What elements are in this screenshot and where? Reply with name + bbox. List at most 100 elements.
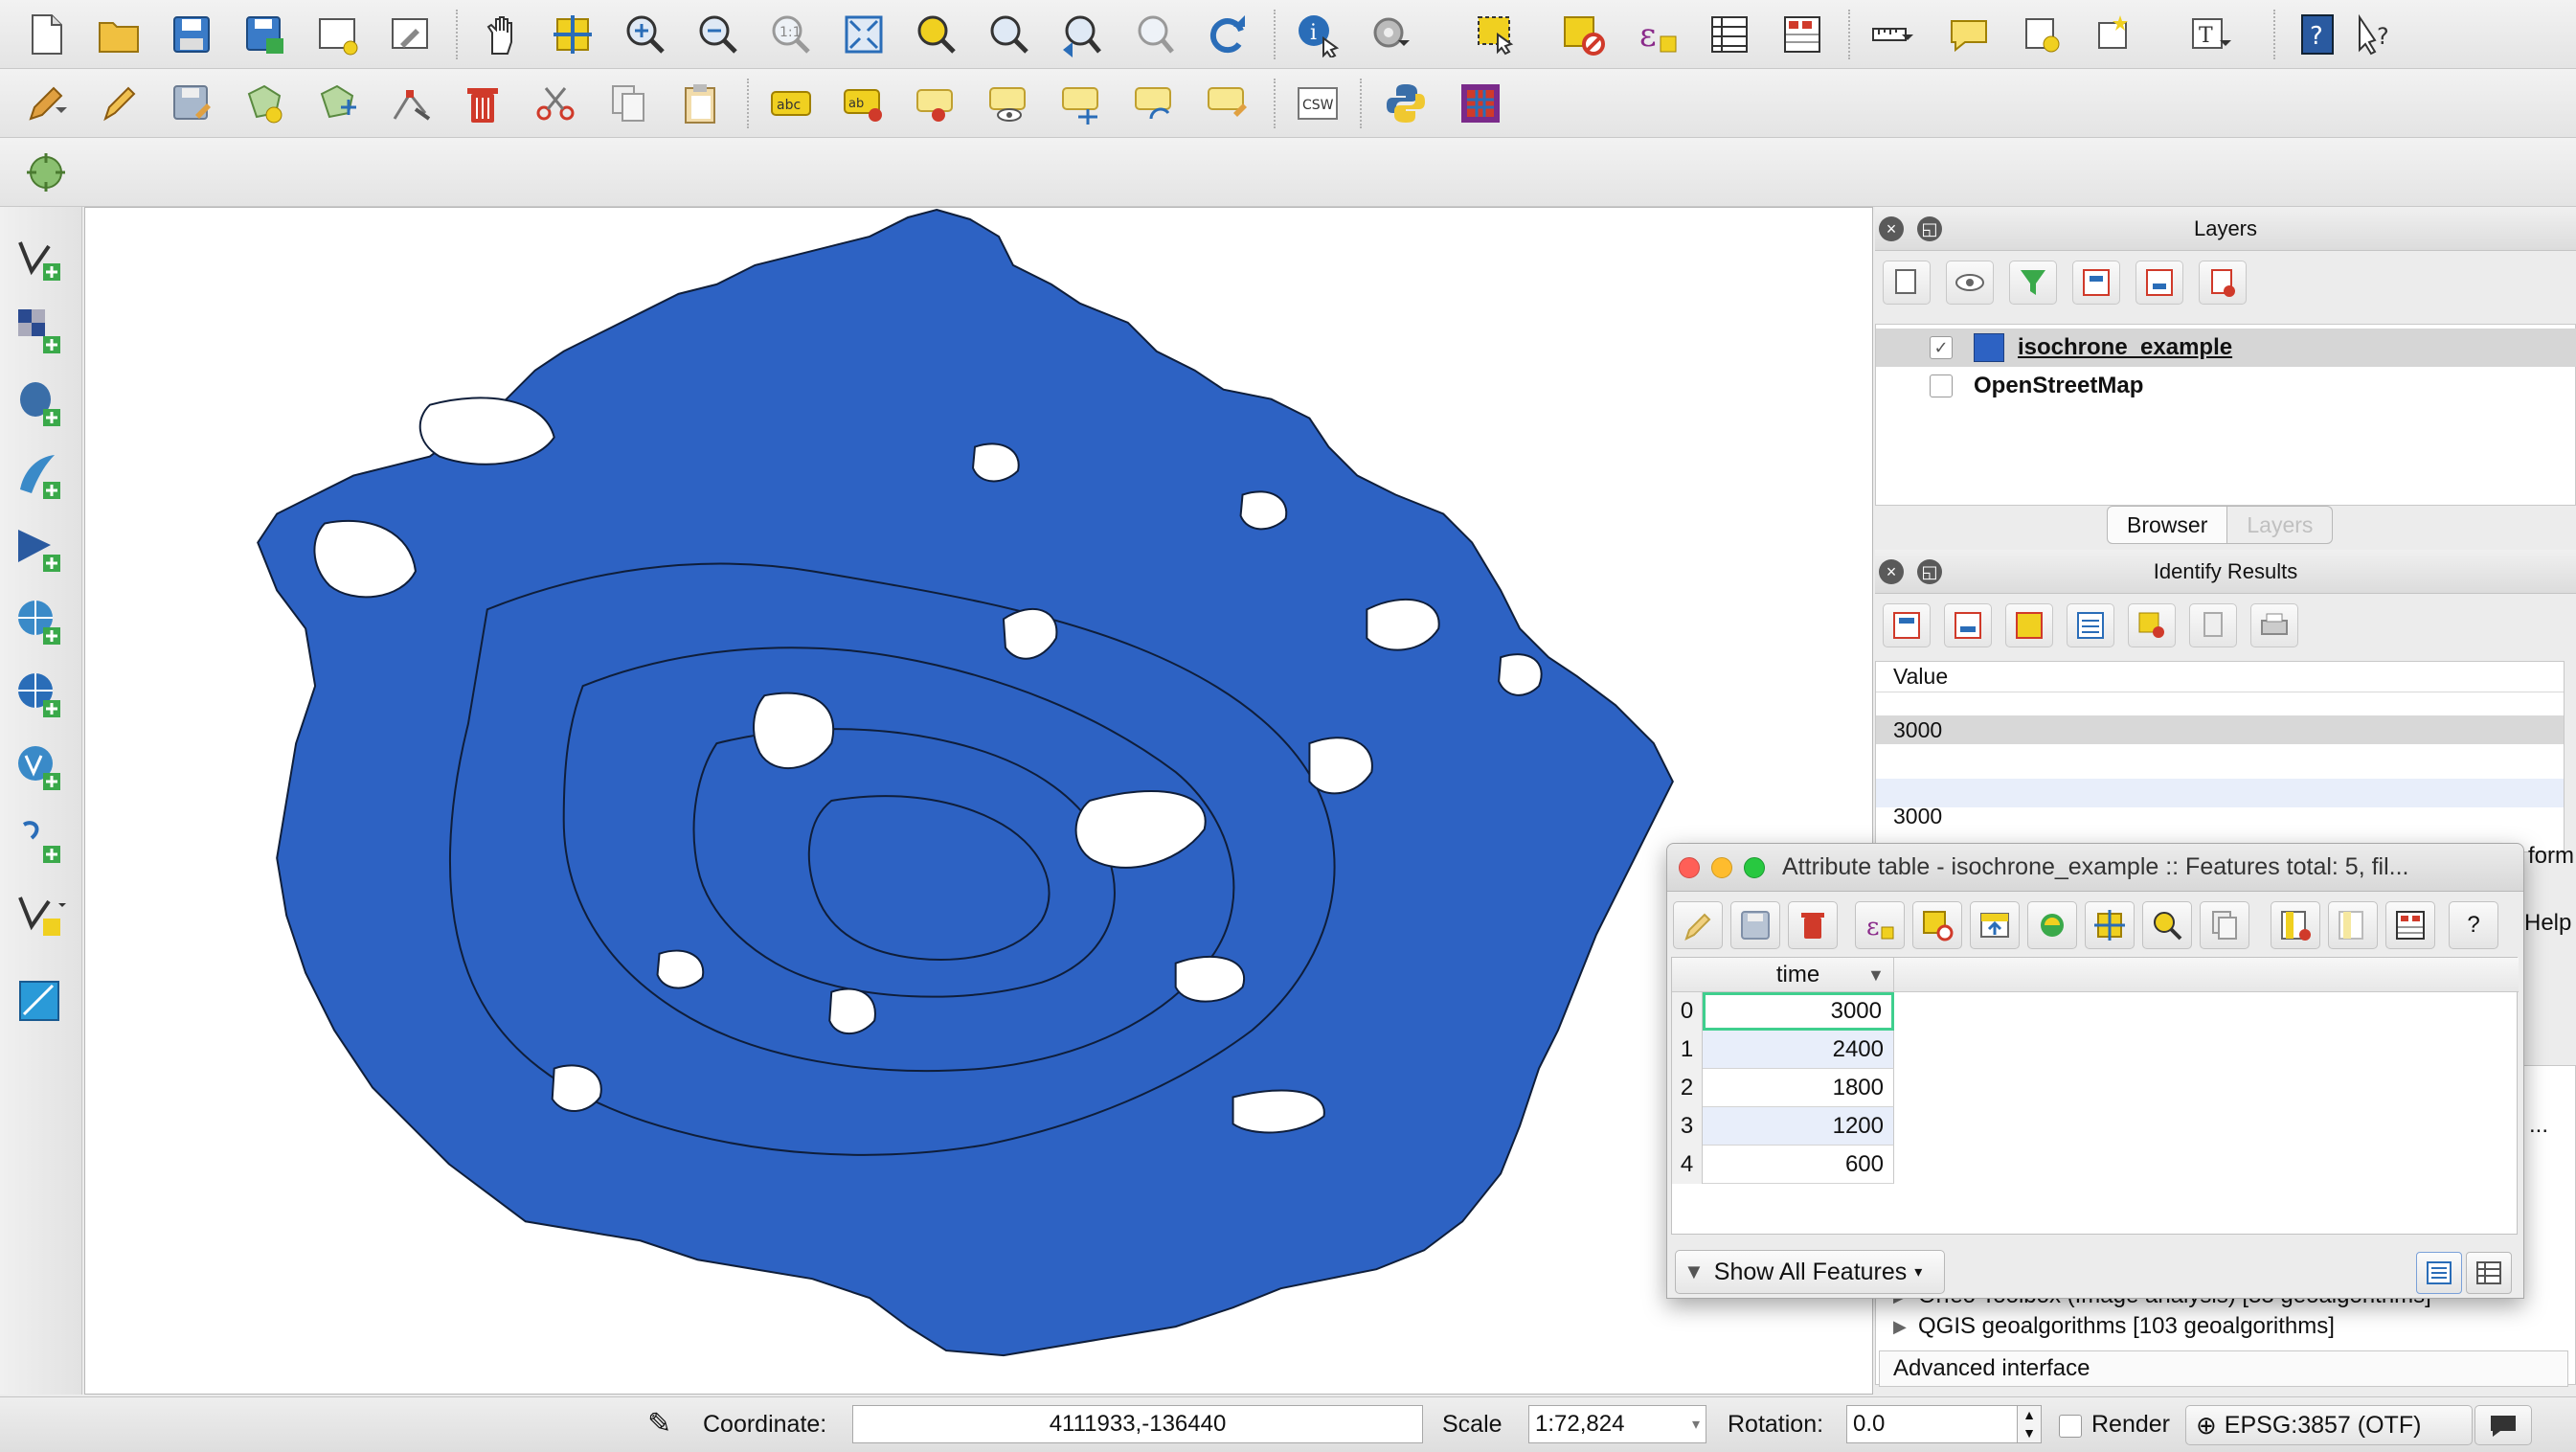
identify-form-view-icon[interactable] [2067, 603, 2114, 647]
layer-labeling-icon[interactable]: abc [764, 77, 818, 130]
add-feature-icon[interactable] [237, 77, 291, 130]
save-project-icon[interactable] [165, 8, 218, 61]
add-raster-layer-icon[interactable] [11, 303, 69, 360]
identify-expand-icon[interactable] [1883, 603, 1931, 647]
measure-icon[interactable] [1865, 8, 1919, 61]
pan-map-to-selection-icon[interactable] [2085, 901, 2135, 949]
add-group-icon[interactable] [1883, 261, 1931, 305]
identify-icon[interactable]: i [1291, 8, 1344, 61]
float-identify-panel-icon[interactable]: ◱ [1917, 559, 1942, 584]
refresh-icon[interactable] [1201, 8, 1254, 61]
row-number[interactable]: 3 [1672, 1107, 1703, 1146]
label-pin-icon[interactable]: ab [837, 77, 891, 130]
select-by-expression-icon[interactable]: ε [1855, 901, 1905, 949]
messages-button[interactable] [2474, 1405, 2532, 1445]
label-show-hide-icon[interactable] [983, 77, 1036, 130]
float-layers-panel-icon[interactable]: ◱ [1917, 216, 1942, 241]
python-console-icon[interactable] [1379, 77, 1433, 130]
collapse-all-icon[interactable] [2135, 261, 2183, 305]
identify-clear-results-icon[interactable] [2128, 603, 2176, 647]
text-annotation-icon[interactable]: T [2183, 8, 2237, 61]
new-project-icon[interactable] [19, 8, 73, 61]
zoom-to-layer-icon[interactable] [983, 8, 1036, 61]
identify-copy-icon[interactable] [2189, 603, 2237, 647]
delete-selected-features-icon[interactable] [1788, 901, 1838, 949]
column-header-time[interactable]: time [1703, 958, 1894, 992]
add-wms-layer-icon[interactable] [11, 594, 69, 651]
identify-expand-new-icon[interactable] [2005, 603, 2053, 647]
identify-print-icon[interactable] [2250, 603, 2298, 647]
new-column-icon[interactable] [2328, 901, 2378, 949]
current-edits-icon[interactable] [19, 77, 73, 130]
open-field-calculator-icon[interactable] [1775, 8, 1829, 61]
deselect-icon[interactable] [1557, 8, 1611, 61]
row-number[interactable]: 0 [1672, 992, 1703, 1031]
table-row[interactable]: 1 2400 [1672, 1031, 1894, 1069]
cut-features-icon[interactable] [529, 77, 582, 130]
zoom-full-icon[interactable] [837, 8, 891, 61]
move-selection-to-top-icon[interactable] [1970, 901, 2020, 949]
copy-selected-rows-icon[interactable] [2200, 901, 2249, 949]
zoom-out-icon[interactable] [691, 8, 745, 61]
manage-visibility-icon[interactable] [1946, 261, 1994, 305]
expand-all-icon[interactable] [2072, 261, 2120, 305]
pan-to-selection-icon[interactable] [546, 8, 599, 61]
save-edits-icon[interactable] [1730, 901, 1780, 949]
scale-combobox[interactable]: 1:72,824 ▾ [1528, 1405, 1706, 1443]
minimize-window-button[interactable] [1711, 856, 1732, 878]
map-canvas[interactable] [84, 207, 1873, 1395]
save-layer-edits-icon[interactable] [165, 77, 218, 130]
pan-icon[interactable] [473, 8, 527, 61]
label-highlight-icon[interactable] [910, 77, 963, 130]
zoom-in-icon[interactable] [619, 8, 672, 61]
move-feature-icon[interactable] [310, 77, 364, 130]
attribute-table-titlebar[interactable]: Attribute table - isochrone_example :: F… [1667, 844, 2523, 892]
action-icon[interactable] [1364, 8, 1417, 61]
label-change-icon[interactable] [1201, 77, 1254, 130]
close-identify-panel-icon[interactable]: × [1879, 559, 1904, 584]
zoom-last-icon[interactable] [1055, 8, 1109, 61]
identify-collapse-icon[interactable] [1944, 603, 1992, 647]
label-rotate-icon[interactable] [1128, 77, 1182, 130]
add-delimited-text-layer-icon[interactable] [11, 812, 69, 870]
node-tool-icon[interactable] [383, 77, 437, 130]
remove-layer-icon[interactable] [2199, 261, 2247, 305]
advanced-interface-dropdown[interactable]: Advanced interface [1879, 1350, 2568, 1387]
zoom-next-icon[interactable] [1128, 8, 1182, 61]
layer-visibility-checkbox[interactable] [1930, 374, 1953, 397]
table-row[interactable]: 0 3000 [1672, 992, 1894, 1031]
crs-status-button[interactable]: ⊕ EPSG:3857 (OTF) [2185, 1405, 2473, 1445]
map-tips-icon[interactable] [1942, 8, 1996, 61]
field-calculator-icon[interactable] [2385, 901, 2435, 949]
zoom-native-icon[interactable]: 1:1 [764, 8, 818, 61]
row-number[interactable]: 1 [1672, 1031, 1703, 1069]
add-spatialite-layer-icon[interactable] [11, 448, 69, 506]
cell-time[interactable]: 1800 [1703, 1069, 1894, 1107]
coordinate-toggle-icon[interactable]: ✎ [647, 1407, 671, 1441]
add-wcs-layer-icon[interactable] [11, 667, 69, 724]
show-all-features-dropdown[interactable]: ▼ Show All Features ▾ [1675, 1250, 1945, 1294]
select-features-icon[interactable] [1469, 8, 1523, 61]
show-bookmarks-icon[interactable] [2088, 8, 2141, 61]
identify-result-row[interactable]: 3000 [1876, 715, 2564, 744]
attribute-table-help-button[interactable]: ? [2449, 901, 2498, 949]
close-layers-panel-icon[interactable]: × [1879, 216, 1904, 241]
csw-icon[interactable]: CSW [1291, 77, 1344, 130]
add-vector-layer-icon[interactable] [11, 230, 69, 287]
delete-selected-icon[interactable] [456, 77, 509, 130]
row-number[interactable]: 2 [1672, 1069, 1703, 1107]
new-print-composer-icon[interactable] [310, 8, 364, 61]
cell-time[interactable]: 2400 [1703, 1031, 1894, 1069]
layer-item-openstreetmap[interactable]: OpenStreetMap [1876, 367, 2576, 405]
plugin-icon[interactable] [1454, 77, 1507, 130]
filter-legend-icon[interactable] [2009, 261, 2057, 305]
table-row[interactable]: 3 1200 [1672, 1107, 1894, 1146]
delete-column-icon[interactable] [2271, 901, 2320, 949]
plugin-tool-icon[interactable] [19, 146, 73, 199]
sort-descending-icon[interactable]: ▼ [1867, 965, 1885, 986]
rotation-spinbox[interactable]: 0.0 [1846, 1405, 2030, 1443]
add-postgis-layer-icon[interactable] [11, 375, 69, 433]
select-by-expression-icon[interactable]: ε [1630, 8, 1683, 61]
identify-result-row[interactable]: 3000 [1876, 802, 2564, 830]
add-wfs-layer-icon[interactable] [11, 739, 69, 797]
